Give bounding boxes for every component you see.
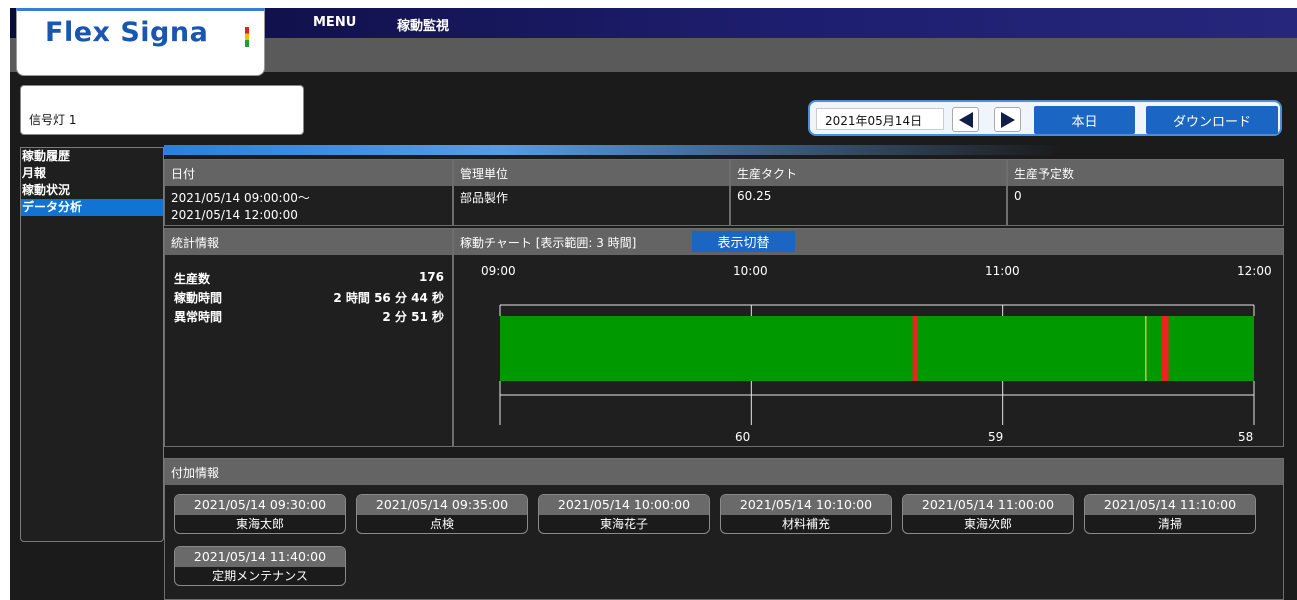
sidebar-item-analysis[interactable]: データ分析 <box>21 199 163 216</box>
sidebar-item-monthly[interactable]: 月報 <box>21 165 163 182</box>
note-chip[interactable]: 2021/05/14 11:40:00 定期メンテナンス <box>174 546 346 586</box>
note-chip[interactable]: 2021/05/14 10:10:00 材料補充 <box>720 494 892 534</box>
note-chip[interactable]: 2021/05/14 11:10:00 清掃 <box>1084 494 1256 534</box>
note-time: 2021/05/14 11:00:00 <box>903 495 1073 515</box>
count-label-58: 58 <box>1238 430 1254 444</box>
note-time: 2021/05/14 10:10:00 <box>721 495 891 515</box>
unit-panel: 管理単位 部品製作 <box>453 159 730 226</box>
today-button[interactable]: 本日 <box>1034 106 1135 134</box>
note-text: 点検 <box>429 517 454 531</box>
sidebar-item-status[interactable]: 稼動状況 <box>21 182 163 199</box>
signal-light-icon <box>245 27 249 47</box>
stat-production-label: 生産数 <box>174 272 211 286</box>
stat-alarm-label: 異常時間 <box>174 310 223 324</box>
nav-monitor[interactable]: 稼動監視 <box>397 15 449 34</box>
stat-runtime-value: 2 時間 56 分 44 秒 <box>333 291 444 305</box>
alarm-segment <box>912 316 918 381</box>
note-text: 東海次郎 <box>963 517 1012 531</box>
note-chip[interactable]: 2021/05/14 11:00:00 東海次郎 <box>902 494 1074 534</box>
count-label-59: 59 <box>988 430 1004 444</box>
note-text: 東海花子 <box>599 517 648 531</box>
stat-production-value: 176 <box>418 270 444 284</box>
planned-panel: 生産予定数 0 <box>1007 159 1284 226</box>
stats-panel: 統計情報 生産数 176 稼動時間 2 時間 56 分 44 秒 異常時間 2 … <box>164 228 453 447</box>
date-field[interactable]: 2021年05月14日 <box>816 108 944 130</box>
note-time: 2021/05/14 11:10:00 <box>1085 495 1255 515</box>
device-selector[interactable]: 信号灯 1 <box>20 85 304 135</box>
note-time: 2021/05/14 09:35:00 <box>357 495 527 515</box>
date-range-end: 2021/05/14 12:00:00 <box>171 208 298 222</box>
logo-text: Flex Signa <box>45 17 209 48</box>
note-time: 2021/05/14 10:00:00 <box>539 495 709 515</box>
timeline-chart <box>499 304 1255 425</box>
next-day-button[interactable] <box>994 107 1021 132</box>
date-range-panel: 日付 2021/05/14 09:00:00～ 2021/05/14 12:00… <box>164 159 453 226</box>
timeline-title: 稼動チャート [表示範囲: 3 時間] <box>460 236 637 250</box>
arrow-right-icon <box>1000 111 1015 128</box>
arrow-left-icon <box>958 111 973 128</box>
app-window: MENU 稼動監視 Flex Signa 信号灯 1 2021年05月14日 本… <box>10 8 1297 600</box>
timeline-panel: 稼動チャート [表示範囲: 3 時間] 表示切替 09:00 10:00 11:… <box>453 228 1284 447</box>
takt-value: 60.25 <box>737 189 772 203</box>
toggle-view-button[interactable]: 表示切替 <box>692 231 795 252</box>
takt-panel: 生産タクト 60.25 <box>730 159 1007 226</box>
date-range-head: 日付 <box>165 160 452 186</box>
planned-value: 0 <box>1014 189 1022 203</box>
note-text: 定期メンテナンス <box>212 569 308 583</box>
download-button[interactable]: ダウンロード <box>1146 106 1278 134</box>
running-bar <box>500 316 1254 381</box>
note-text: 材料補充 <box>781 517 830 531</box>
planned-head: 生産予定数 <box>1008 160 1283 186</box>
alarm-segment <box>1161 316 1169 381</box>
device-label: 信号灯 1 <box>29 113 77 127</box>
stat-runtime-label: 稼動時間 <box>174 291 223 305</box>
sidebar: 稼動履歴 月報 稼動状況 データ分析 <box>20 147 164 542</box>
stat-alarm-value: 2 分 51 秒 <box>382 310 444 324</box>
date-range-start: 2021/05/14 09:00:00～ <box>171 191 310 205</box>
additional-info-head: 付加情報 <box>165 459 1283 485</box>
unit-head: 管理単位 <box>454 160 729 186</box>
note-time: 2021/05/14 09:30:00 <box>175 495 345 515</box>
nav-menu[interactable]: MENU <box>313 15 356 30</box>
timeline-head: 稼動チャート [表示範囲: 3 時間] 表示切替 <box>454 229 1283 255</box>
note-text: 東海太郎 <box>235 517 284 531</box>
prev-day-button[interactable] <box>952 107 979 132</box>
accent-bar <box>164 145 1284 155</box>
timeline-area: 09:00 10:00 11:00 12:00 60 59 58 <box>454 255 1283 446</box>
note-chip[interactable]: 2021/05/14 10:00:00 東海花子 <box>538 494 710 534</box>
count-label-60: 60 <box>735 430 751 444</box>
warning-segment <box>1145 316 1147 381</box>
unit-value: 部品製作 <box>460 191 509 205</box>
note-time: 2021/05/14 11:40:00 <box>175 547 345 567</box>
note-text: 清掃 <box>1157 517 1182 531</box>
note-chip[interactable]: 2021/05/14 09:30:00 東海太郎 <box>174 494 346 534</box>
note-chip[interactable]: 2021/05/14 09:35:00 点検 <box>356 494 528 534</box>
stats-head: 統計情報 <box>165 229 452 255</box>
sidebar-item-history[interactable]: 稼動履歴 <box>21 148 163 165</box>
takt-head: 生産タクト <box>731 160 1006 186</box>
date-controls: 2021年05月14日 本日 ダウンロード <box>808 100 1282 136</box>
additional-info-panel: 付加情報 2021/05/14 09:30:00 東海太郎 2021/05/14… <box>164 458 1284 600</box>
logo[interactable]: Flex Signa <box>16 8 265 76</box>
